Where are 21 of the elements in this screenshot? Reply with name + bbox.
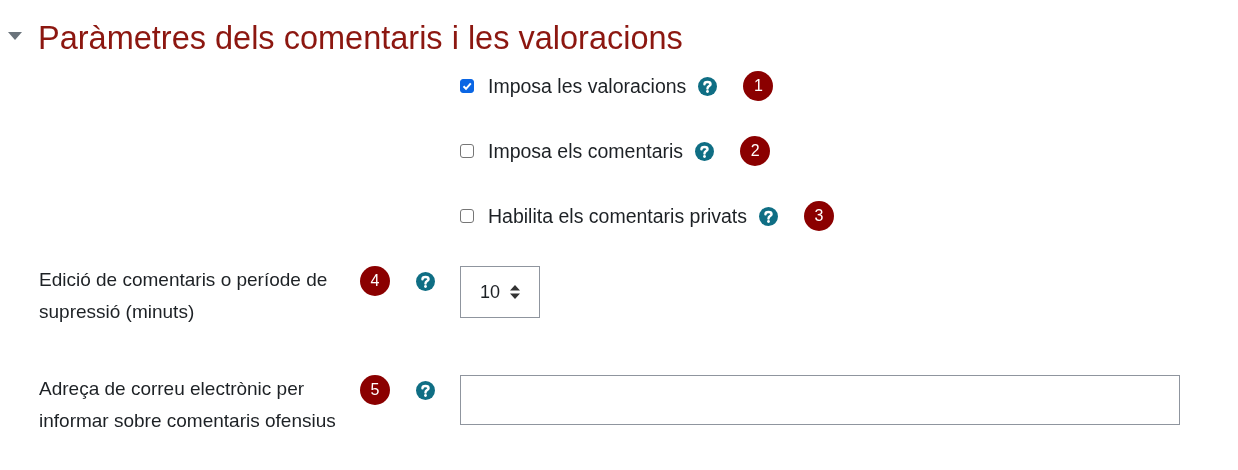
- checkmark-icon: [461, 80, 473, 92]
- checkbox-option[interactable]: Imposa els comentaris: [460, 139, 684, 163]
- number-badge: 1: [743, 71, 774, 101]
- number-badge: 5: [360, 375, 390, 405]
- help-icon[interactable]: [695, 141, 715, 161]
- email-input-field[interactable]: [460, 375, 1180, 425]
- section-title: Paràmetres dels comentaris i les valoracions: [38, 19, 683, 57]
- field-label: Edició de comentaris o període de supressió (minuts): [39, 268, 329, 324]
- updown-caret-icon: [510, 285, 520, 299]
- field-label: Adreça de correu electrònic per informar sobre comentaris ofensius: [39, 377, 337, 433]
- minutes-select[interactable]: 10: [460, 266, 540, 318]
- collapse-icon[interactable]: [8, 32, 22, 40]
- help-icon[interactable]: [759, 206, 778, 226]
- number-badge: 3: [804, 201, 834, 231]
- checkbox-option[interactable]: Habilita els comentaris privats: [460, 204, 747, 228]
- number-badge: 4: [360, 266, 390, 296]
- checkbox-option[interactable]: Imposa les valoracions: [460, 74, 687, 98]
- help-icon[interactable]: [416, 381, 435, 400]
- help-icon[interactable]: [698, 76, 718, 96]
- help-icon[interactable]: [416, 272, 435, 291]
- number-badge: 2: [740, 136, 771, 166]
